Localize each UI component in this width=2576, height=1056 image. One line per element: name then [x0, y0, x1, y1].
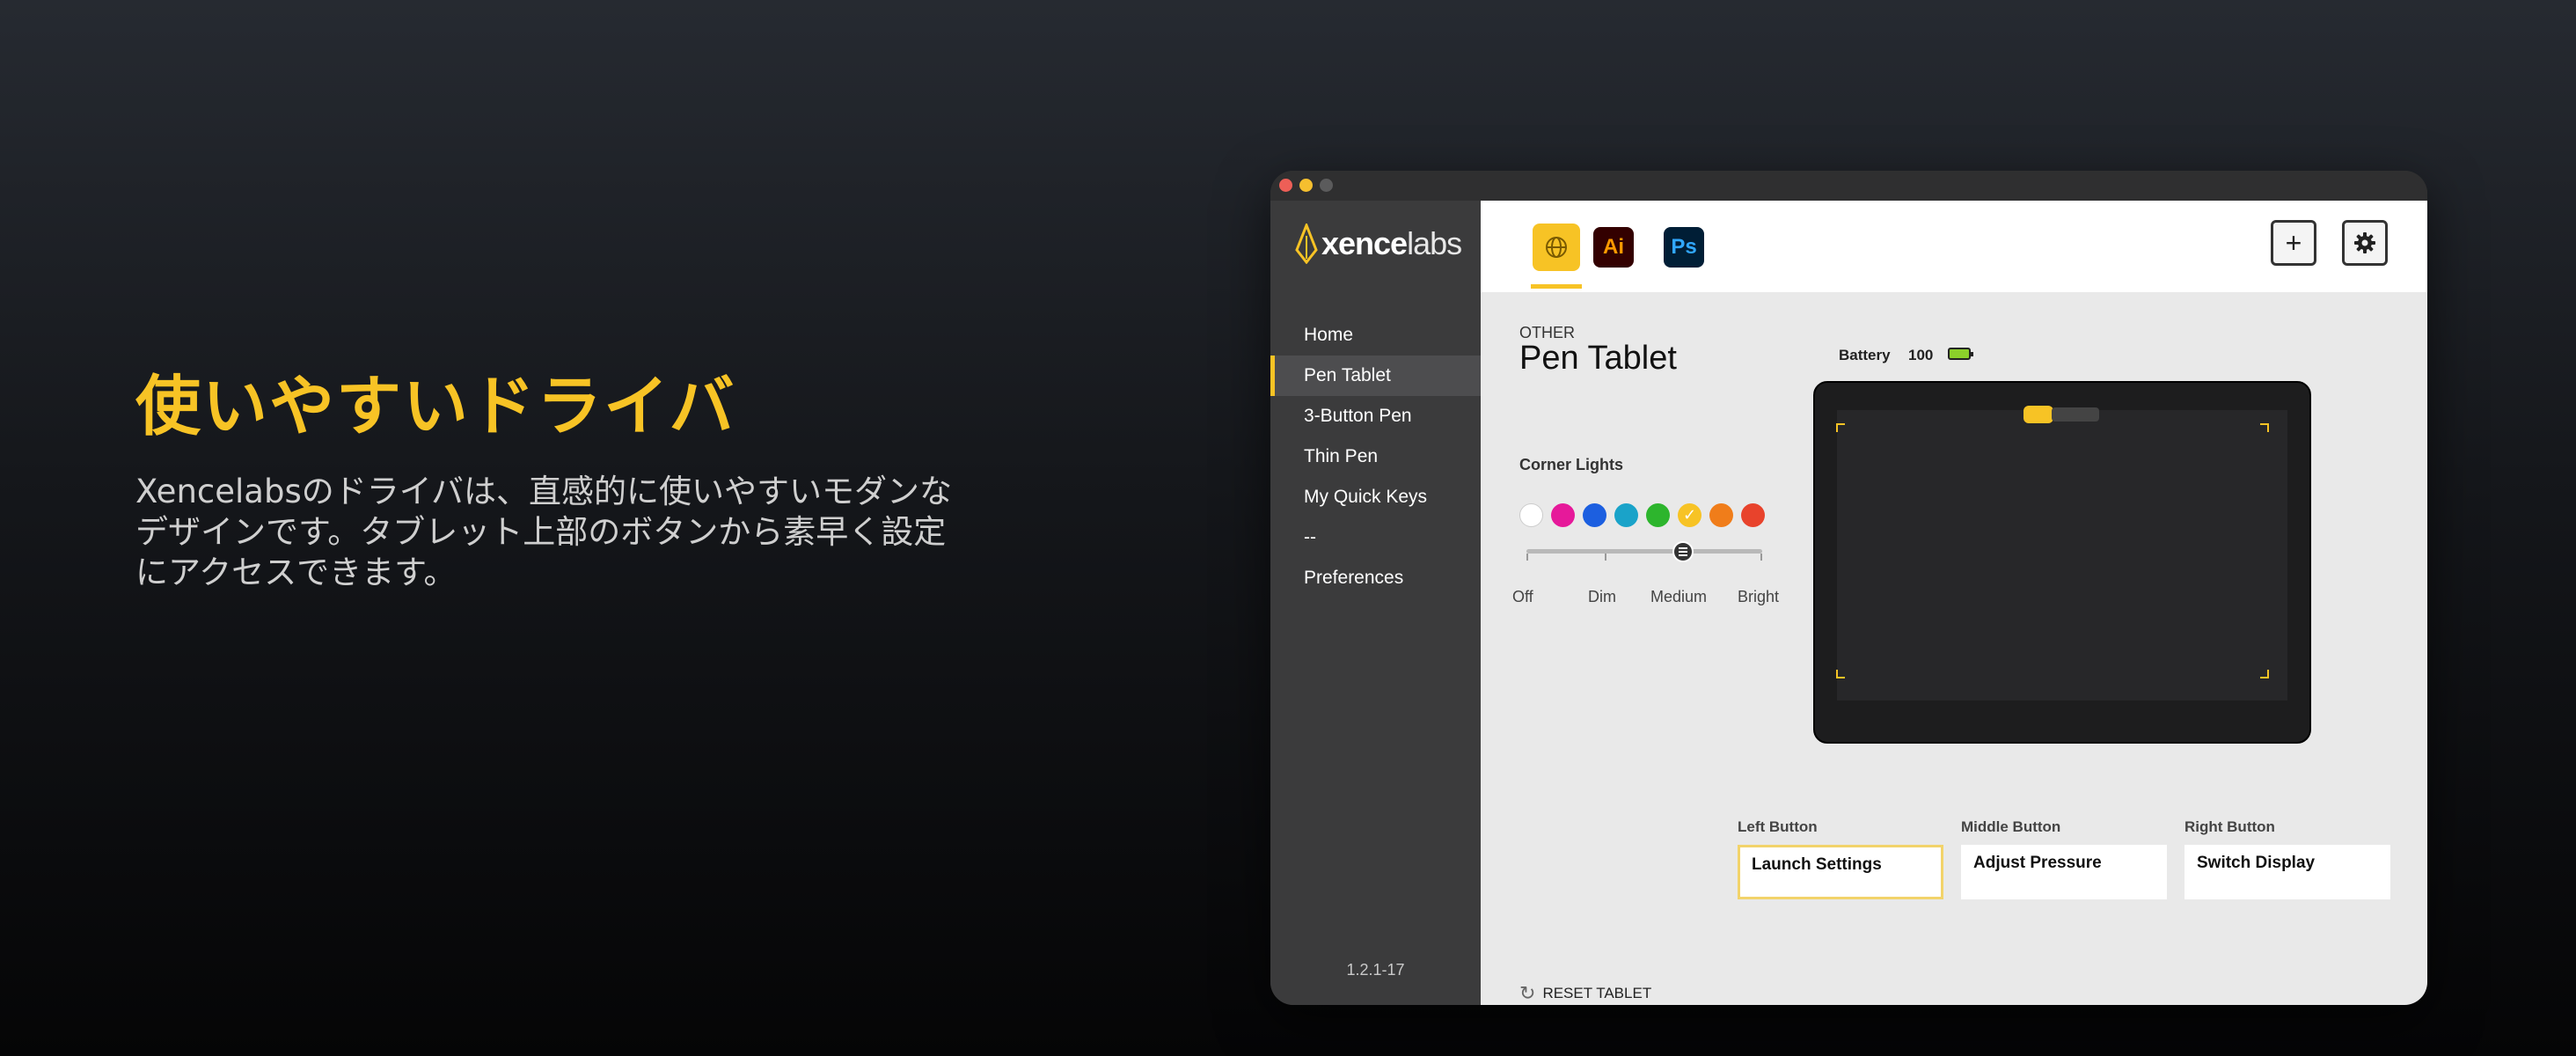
tablet-illustration: [1813, 381, 2311, 744]
hero-description: Xencelabsのドライバは、直感的に使いやすいモダンなデザインです。タブレッ…: [135, 473, 952, 591]
left-button-label: Left Button: [1738, 818, 1818, 835]
app-toolbar: Ai Ps +: [1481, 201, 2427, 292]
reset-icon: ↻: [1519, 982, 1536, 1004]
middle-button-value[interactable]: Adjust Pressure: [1961, 845, 2167, 899]
corner-light-swatch[interactable]: [1519, 503, 1543, 527]
reset-tablet-label: RESET TABLET: [1542, 985, 1652, 1001]
app-tab-photoshop[interactable]: Ps: [1664, 227, 1704, 268]
slider-tick-dim: [1605, 554, 1606, 561]
corner-lights-label: Corner Lights: [1519, 456, 1624, 473]
brightness-label-off: Off: [1512, 588, 1533, 605]
slider-tick-bright: [1760, 554, 1762, 561]
left-button-value[interactable]: Launch Settings: [1738, 845, 1943, 899]
hero-title: 使いやすいドライバ: [135, 369, 736, 444]
corner-light-swatch[interactable]: [1614, 503, 1638, 527]
sidebar-item-3-button-pen[interactable]: 3-Button Pen: [1270, 396, 1481, 436]
minimize-window-button[interactable]: [1299, 179, 1313, 192]
driver-window: xencelabs Home Pen Tablet 3-Button Pen T…: [1270, 171, 2427, 1005]
add-app-button[interactable]: +: [2271, 220, 2316, 266]
settings-button[interactable]: [2342, 220, 2388, 266]
device-title: Pen Tablet: [1519, 340, 1677, 377]
sidebar-item-empty-slot[interactable]: --: [1270, 517, 1481, 558]
checkmark-icon: ✓: [1682, 506, 1697, 524]
sidebar-item-home[interactable]: Home: [1270, 315, 1481, 356]
battery-icon: [1948, 348, 1973, 360]
sidebar-item-thin-pen[interactable]: Thin Pen: [1270, 436, 1481, 477]
sidebar-nav: Home Pen Tablet 3-Button Pen Thin Pen My…: [1270, 315, 1481, 598]
brightness-label-dim: Dim: [1588, 588, 1616, 605]
globe-icon: [1546, 237, 1567, 258]
logo-wordmark: xencelabs: [1321, 225, 1462, 261]
xencelabs-pen-nib-icon: [1295, 224, 1318, 264]
active-tab-indicator: [1531, 284, 1582, 289]
right-button-setting: Right Button Switch Display: [2184, 818, 2390, 899]
sidebar-item-pen-tablet[interactable]: Pen Tablet: [1270, 356, 1481, 396]
slider-track: [1526, 549, 1762, 554]
gear-icon: [2354, 232, 2375, 253]
corner-light-top-right: [2260, 423, 2269, 432]
right-button-value[interactable]: Switch Display: [2184, 845, 2390, 899]
corner-light-bottom-right: [2260, 670, 2269, 678]
corner-light-swatch[interactable]: [1583, 503, 1606, 527]
corner-light-swatch[interactable]: [1646, 503, 1670, 527]
close-window-button[interactable]: [1279, 179, 1292, 192]
right-button-label: Right Button: [2184, 818, 2275, 835]
tablet-active-area: [1837, 410, 2287, 700]
app-tab-global[interactable]: [1533, 224, 1580, 271]
maximize-window-button[interactable]: [1320, 179, 1333, 192]
sidebar: xencelabs Home Pen Tablet 3-Button Pen T…: [1270, 201, 1481, 1005]
slider-thumb[interactable]: [1672, 541, 1694, 562]
main-content: Ai Ps + OTHER Pen Tablet Battery 100 Cor…: [1481, 201, 2427, 1005]
version-label: 1.2.1-17: [1346, 961, 1405, 979]
app-tab-illustrator[interactable]: Ai: [1593, 227, 1634, 268]
corner-light-top-left: [1836, 423, 1845, 432]
brightness-label-medium: Medium: [1650, 588, 1708, 605]
brightness-label-bright: Bright: [1738, 588, 1780, 605]
xencelabs-logo: xencelabs: [1295, 224, 1462, 264]
reset-tablet-button[interactable]: ↻ RESET TABLET: [1519, 982, 1651, 1005]
tablet-button-strip: [2052, 407, 2099, 422]
corner-light-swatch[interactable]: [1741, 503, 1765, 527]
brightness-slider[interactable]: [1526, 540, 1762, 576]
sidebar-item-preferences[interactable]: Preferences: [1270, 558, 1481, 598]
tablet-hardware-button[interactable]: [2023, 406, 2053, 423]
corner-light-swatch[interactable]: [1709, 503, 1733, 527]
middle-button-setting: Middle Button Adjust Pressure: [1961, 818, 2167, 899]
battery-value: 100: [1908, 347, 1934, 363]
sidebar-item-my-quick-keys[interactable]: My Quick Keys: [1270, 477, 1481, 517]
slider-tick-off: [1526, 554, 1528, 561]
corner-light-colors: ✓: [1519, 503, 1773, 527]
corner-light-swatch[interactable]: [1551, 503, 1575, 527]
left-button-setting: Left Button Launch Settings: [1738, 818, 1943, 899]
corner-light-bottom-left: [1836, 670, 1845, 678]
title-bar: [1270, 171, 2427, 201]
corner-light-swatch[interactable]: ✓: [1678, 503, 1701, 527]
battery-label: Battery: [1839, 347, 1891, 363]
middle-button-label: Middle Button: [1961, 818, 2061, 835]
